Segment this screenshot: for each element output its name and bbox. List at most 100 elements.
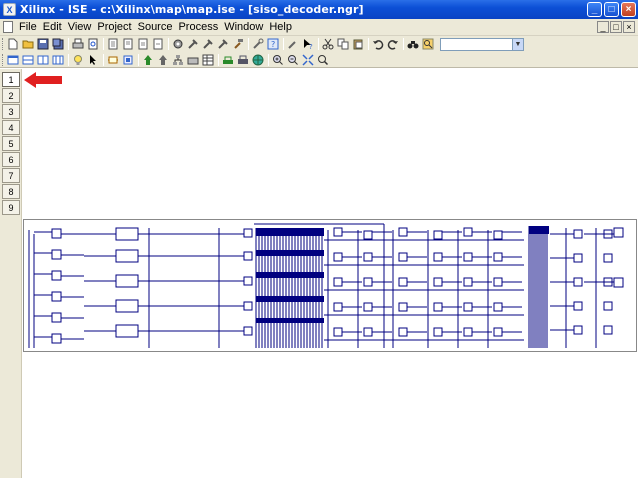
xilinx-app-icon[interactable]: X — [3, 3, 16, 16]
window-icon[interactable] — [7, 54, 19, 66]
net-icon[interactable] — [237, 54, 249, 66]
doc-restore-button[interactable]: □ — [610, 21, 622, 33]
toolbar-separator — [368, 38, 369, 50]
doc-icon[interactable] — [107, 38, 119, 50]
doc-minimize-button[interactable]: _ — [597, 21, 609, 33]
toolbar-separator — [268, 53, 269, 66]
copy-icon[interactable] — [337, 38, 349, 50]
document-icon[interactable] — [3, 21, 13, 33]
menu-window[interactable]: Window — [221, 21, 266, 33]
zoom-area-icon[interactable] — [317, 54, 329, 66]
menu-file[interactable]: File — [16, 21, 40, 33]
window-icon[interactable] — [22, 54, 34, 66]
schematic-component — [115, 227, 139, 241]
schematic-icon[interactable] — [122, 54, 134, 66]
minimize-button[interactable]: _ — [587, 2, 602, 17]
connect-icon[interactable] — [222, 54, 234, 66]
tool-icon[interactable] — [217, 38, 229, 50]
print-icon[interactable] — [72, 38, 84, 50]
menu-help[interactable]: Help — [266, 21, 295, 33]
menu-bar: File Edit View Project Source Process Wi… — [0, 19, 638, 36]
zoom-fit-icon[interactable] — [302, 53, 314, 66]
select-arrow-icon[interactable] — [87, 54, 99, 66]
push-icon[interactable] — [142, 54, 154, 66]
schematic-component — [493, 230, 503, 240]
sheet-tab-2[interactable]: 2 — [2, 88, 20, 103]
schematic-component — [573, 253, 583, 263]
menu-edit[interactable]: Edit — [40, 21, 65, 33]
svg-text:?: ? — [309, 43, 313, 50]
menu-view[interactable]: View — [65, 21, 95, 33]
close-button[interactable]: × — [621, 2, 636, 17]
toolbar-separator — [68, 38, 69, 50]
schematic-component — [363, 277, 373, 287]
schematic-component — [613, 227, 624, 238]
schematic-component — [243, 301, 253, 311]
chevron-down-icon[interactable]: ▼ — [512, 38, 523, 50]
schematic-bus — [256, 272, 324, 278]
wrench-icon[interactable] — [252, 38, 264, 50]
save-all-icon[interactable] — [52, 38, 64, 50]
schematic-component — [573, 277, 583, 287]
menu-source[interactable]: Source — [135, 21, 176, 33]
schematic-component — [51, 228, 62, 239]
menu-process[interactable]: Process — [175, 21, 221, 33]
window-icon[interactable] — [37, 54, 49, 66]
gear-icon[interactable] — [172, 38, 184, 50]
toolbar-grip[interactable] — [2, 53, 5, 66]
print-icon[interactable] — [187, 54, 199, 66]
sheet-tab-8[interactable]: 8 — [2, 184, 20, 199]
paste-icon[interactable] — [352, 38, 364, 50]
schematic-component — [433, 327, 443, 337]
schematic-component — [463, 227, 473, 237]
wrench-icon[interactable] — [287, 38, 299, 50]
find-icon[interactable] — [422, 38, 434, 50]
new-icon[interactable] — [7, 38, 19, 50]
sheet-tab-9[interactable]: 9 — [2, 200, 20, 215]
schematic-component — [115, 274, 139, 288]
schematic-component — [573, 325, 583, 335]
schematic-sheet[interactable] — [23, 219, 637, 352]
bulb-icon[interactable] — [72, 54, 84, 66]
schematic-component — [51, 291, 62, 302]
zoom-in-icon[interactable] — [272, 54, 284, 66]
doc-icon[interactable] — [137, 38, 149, 50]
sheet-tab-6[interactable]: 6 — [2, 152, 20, 167]
zoom-out-icon[interactable] — [287, 54, 299, 66]
schematic-component — [398, 252, 408, 262]
help-pointer-icon[interactable]: ? — [302, 38, 314, 50]
open-icon[interactable] — [22, 38, 34, 50]
tool-icon[interactable] — [202, 38, 214, 50]
schematic-component — [363, 230, 373, 240]
help-icon[interactable]: ? — [267, 38, 279, 50]
doc-close-button[interactable]: × — [623, 21, 635, 33]
schematic-icon[interactable] — [107, 54, 119, 66]
hammer-icon[interactable] — [232, 38, 244, 50]
pop-icon[interactable] — [157, 54, 169, 66]
cut-icon[interactable] — [322, 38, 334, 50]
schematic-component — [603, 253, 613, 263]
globe-icon[interactable] — [252, 54, 264, 66]
sheet-tab-3[interactable]: 3 — [2, 104, 20, 119]
table-icon[interactable] — [202, 54, 214, 66]
maximize-button[interactable]: □ — [604, 2, 619, 17]
window-icon[interactable] — [52, 54, 64, 66]
doc-icon[interactable] — [122, 38, 134, 50]
tool-icon[interactable] — [187, 38, 199, 50]
undo-icon[interactable] — [372, 38, 384, 50]
standard-toolbar: ? ? ▼ — [0, 36, 638, 52]
print-preview-icon[interactable] — [87, 38, 99, 50]
tree-icon[interactable] — [172, 54, 184, 66]
toolbar-grip[interactable] — [2, 38, 5, 50]
sheet-tab-4[interactable]: 4 — [2, 120, 20, 135]
menu-project[interactable]: Project — [94, 21, 134, 33]
redo-icon[interactable] — [387, 38, 399, 50]
binoculars-icon[interactable] — [407, 38, 419, 50]
sheet-tab-1[interactable]: 1 — [2, 72, 20, 87]
sheet-tab-7[interactable]: 7 — [2, 168, 20, 183]
sheet-tab-5[interactable]: 5 — [2, 136, 20, 151]
toolbar-separator — [103, 53, 104, 66]
search-combo[interactable]: ▼ — [440, 37, 524, 51]
save-icon[interactable] — [37, 38, 49, 50]
doc-icon[interactable] — [152, 38, 164, 50]
